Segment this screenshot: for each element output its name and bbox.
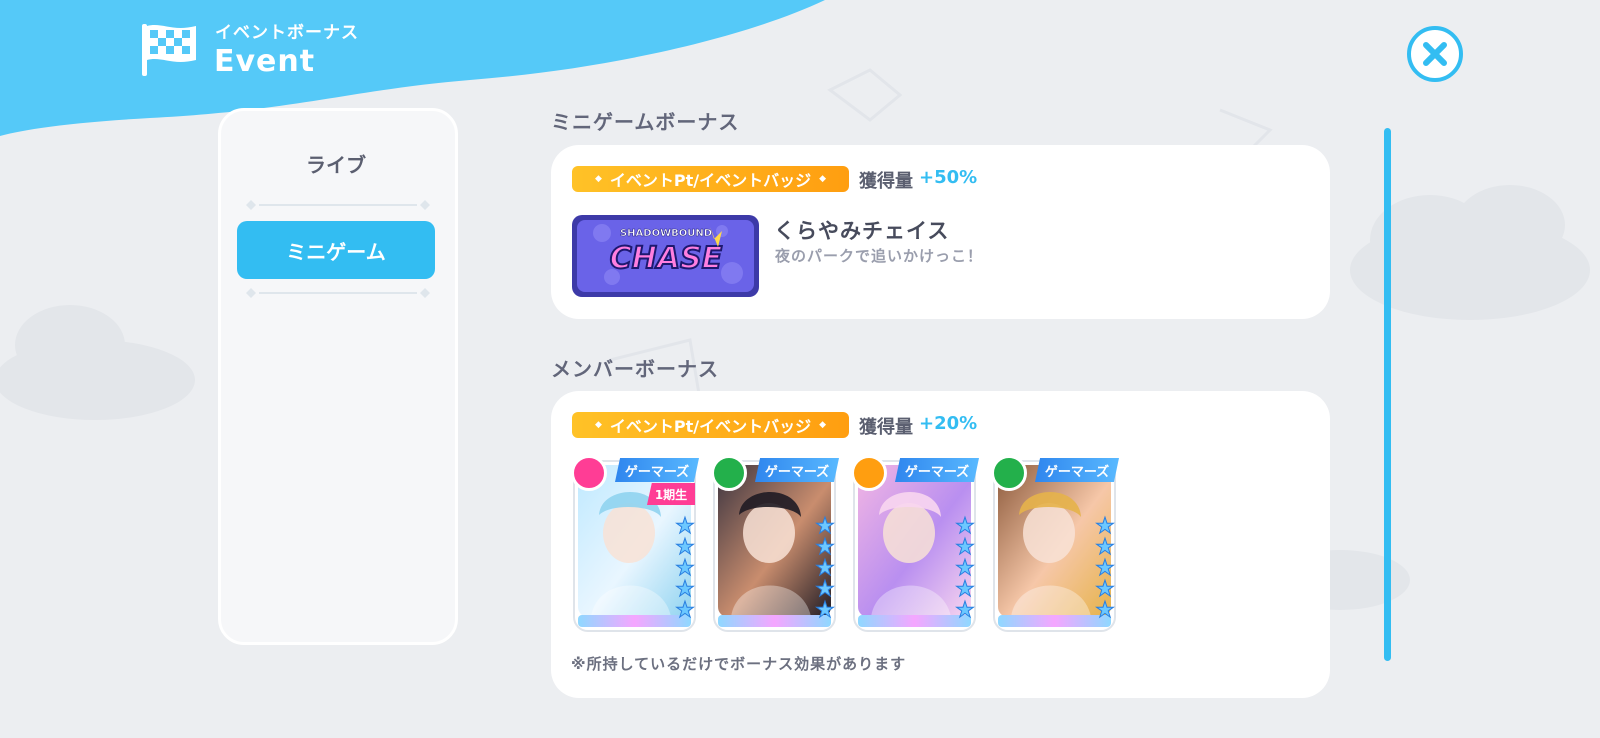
bonus-type-pill: ◆ イベントPt/イベントバッジ ◆: [572, 412, 849, 438]
member-bonus-title: メンバーボーナス: [551, 357, 719, 381]
minigame-description: 夜のパークで追いかけっこ！: [775, 247, 984, 265]
rarity-star-icon: ★: [955, 598, 975, 623]
heart-icon: [571, 455, 607, 491]
tab-minigame[interactable]: ミニゲーム: [237, 221, 435, 279]
diamond-icon: ◆: [594, 420, 602, 430]
bonus-type-pill: ◆ イベントPt/イベントバッジ ◆: [572, 166, 849, 192]
header-subtitle: イベントボーナス: [215, 23, 359, 43]
rarity-star-icon: ★: [815, 598, 835, 623]
gain-value: +20%: [919, 413, 978, 434]
member-generation-badge: 1期生: [647, 483, 695, 505]
rarity-star-icon: ★: [1095, 598, 1115, 623]
gain-label: 獲得量: [859, 417, 913, 438]
rarity-star-icon: ★: [675, 598, 695, 623]
sidebar: ライブ ミニゲーム: [218, 108, 458, 645]
gain-value: +50%: [919, 167, 978, 188]
member-group-tag: ゲーマーズ: [1035, 458, 1119, 482]
diamond-icon: ◆: [594, 174, 602, 184]
member-group-tag: ゲーマーズ: [615, 458, 699, 482]
close-button[interactable]: [1407, 26, 1463, 82]
member-group-tag: ゲーマーズ: [755, 458, 839, 482]
minigame-bonus-title: ミニゲームボーナス: [551, 110, 740, 134]
checkered-flag-icon: [142, 24, 196, 76]
member-card[interactable]: ★ ★ ★ ★ ★ ゲーマーズ: [851, 455, 979, 634]
logo-text-top: SHADOWBOUND: [620, 228, 712, 239]
diamond-icon: ◆: [819, 174, 827, 184]
member-bonus-card: ◆ イベントPt/イベントバッジ ◆ 獲得量 +20% ★ ★ ★ ★ ★ ゲーマーズ 1期…: [551, 391, 1330, 698]
member-card[interactable]: ★ ★ ★ ★ ★ ゲーマーズ: [991, 455, 1119, 634]
minigame-logo: SHADOWBOUND CHASE: [572, 215, 759, 297]
gain-label: 獲得量: [859, 171, 913, 192]
minigame-name: くらやみチェイス: [774, 219, 950, 243]
bonus-type-label: イベントPt/イベントバッジ: [609, 171, 812, 190]
page-title: Event: [214, 44, 316, 79]
member-card[interactable]: ★ ★ ★ ★ ★ ゲーマーズ: [711, 455, 839, 634]
bonus-note: ※所持しているだけでボーナス効果があります: [571, 655, 907, 673]
scrollbar[interactable]: [1384, 128, 1391, 661]
sidebar-divider: [246, 288, 430, 298]
diamond-icon: ◆: [819, 420, 827, 430]
bonus-type-label: イベントPt/イベントバッジ: [609, 417, 812, 436]
sun-icon: [851, 455, 887, 491]
logo-text-main: CHASE: [610, 241, 723, 276]
leaf-icon: [711, 455, 747, 491]
member-group-tag: ゲーマーズ: [895, 458, 979, 482]
tab-live[interactable]: ライブ: [237, 134, 435, 192]
minigame-bonus-card: ◆ イベントPt/イベントバッジ ◆ 獲得量 +50% SHADOWBOUND …: [551, 145, 1330, 319]
leaf-icon: [991, 455, 1027, 491]
close-icon: [1423, 42, 1447, 66]
sidebar-divider: [246, 200, 430, 210]
member-card[interactable]: ★ ★ ★ ★ ★ ゲーマーズ 1期生: [571, 455, 699, 634]
